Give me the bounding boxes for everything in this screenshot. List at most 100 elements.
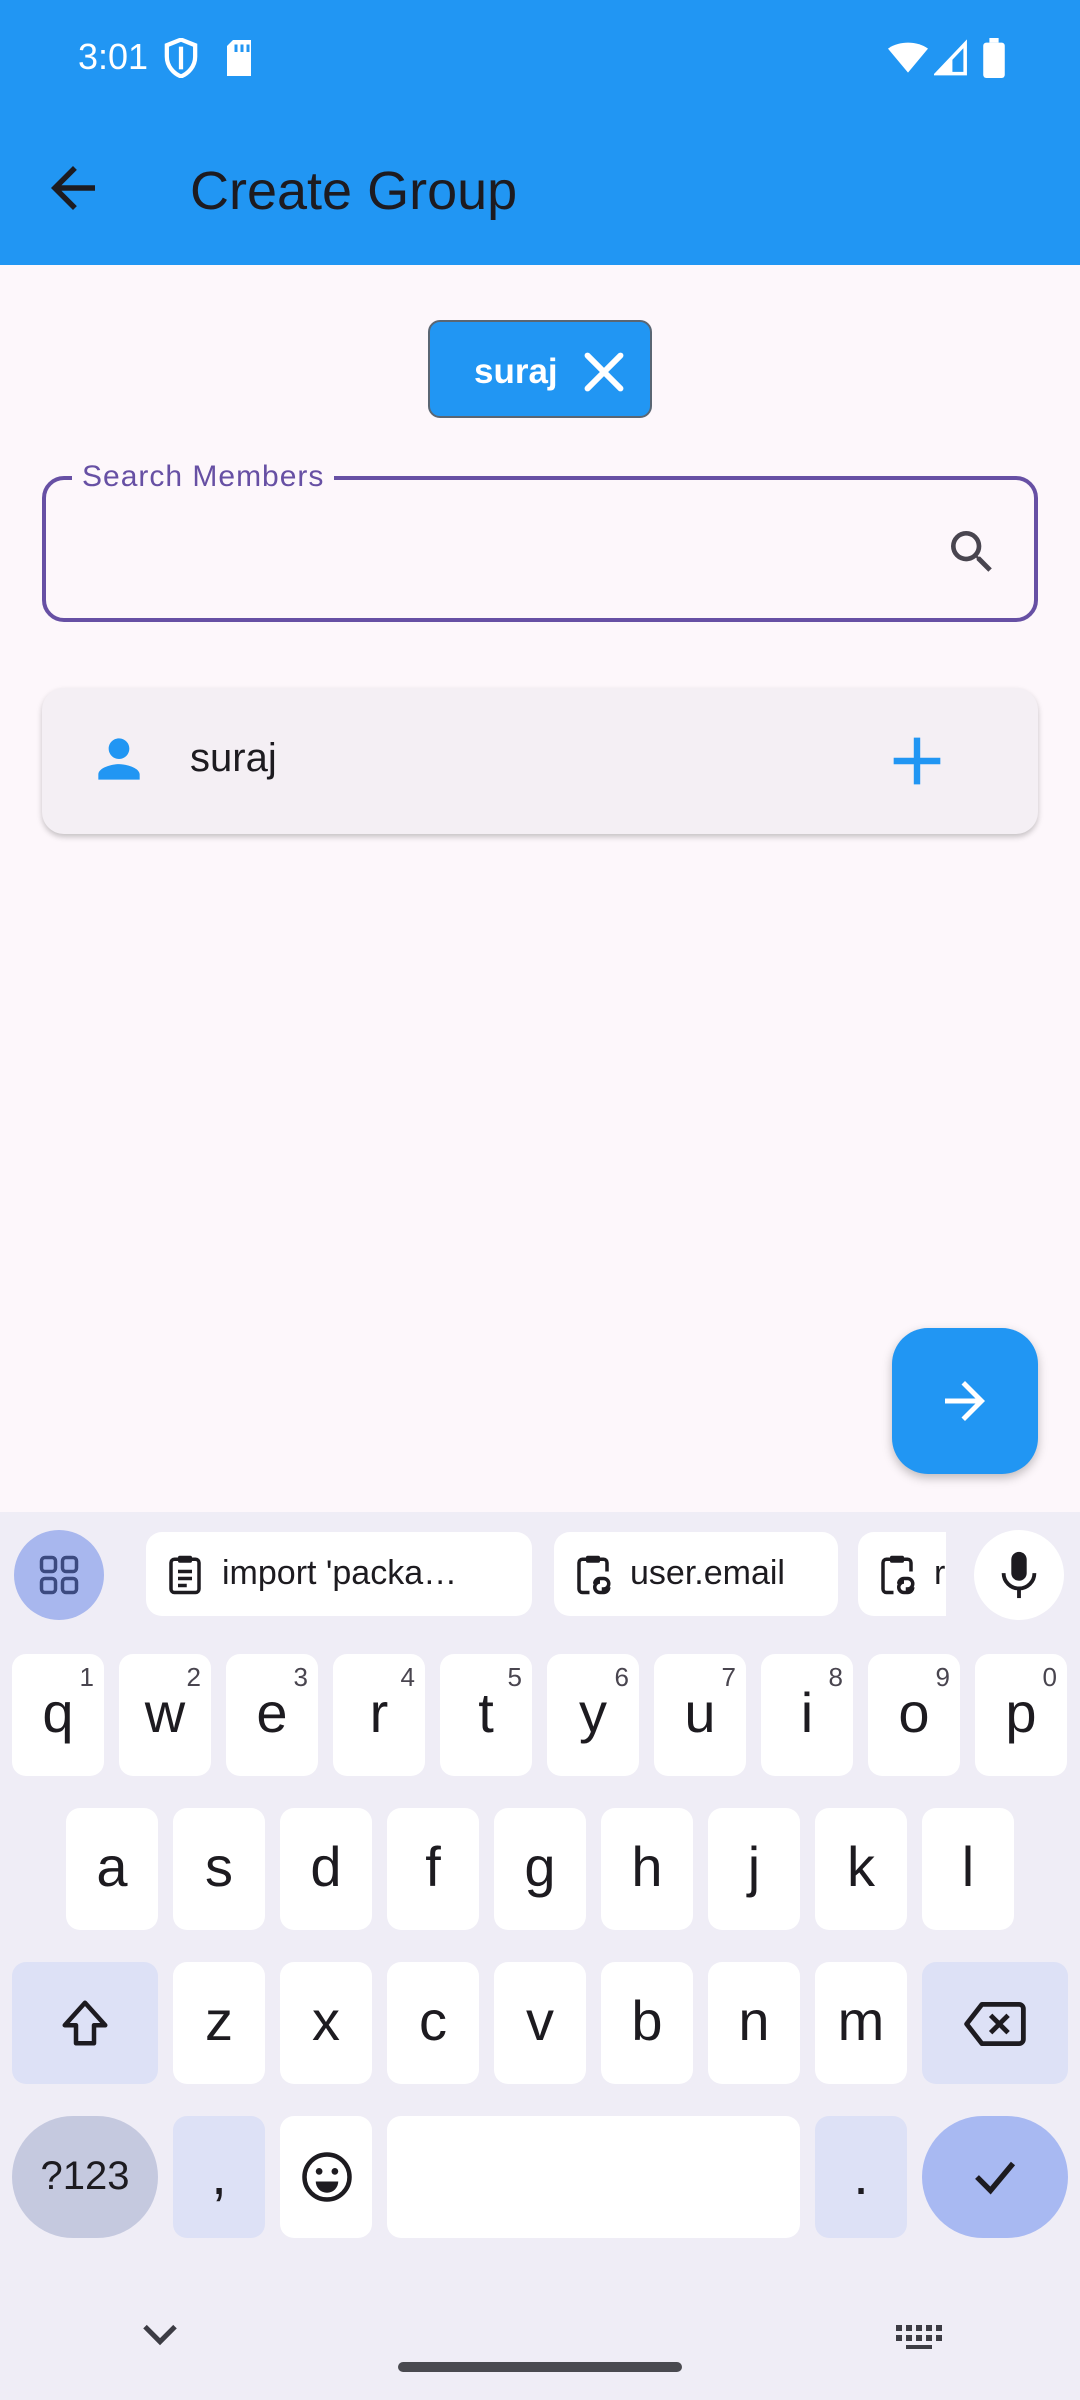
key-p[interactable]: p0 <box>975 1654 1067 1776</box>
clipboard-link-icon <box>577 1555 611 1595</box>
key-a[interactable]: a <box>66 1808 158 1930</box>
key-label: h <box>631 1835 663 1898</box>
key-k[interactable]: k <box>815 1808 907 1930</box>
sd-card-icon <box>227 40 251 76</box>
clipboard-icon <box>169 1555 201 1595</box>
arrow-forward-icon <box>945 1381 985 1421</box>
symbols-key[interactable]: ?123 <box>12 2116 158 2238</box>
key-label: l <box>961 1835 975 1898</box>
key-y[interactable]: y6 <box>547 1654 639 1776</box>
search-members-field[interactable]: Search Members <box>42 460 1038 622</box>
shift-key[interactable] <box>12 1962 158 2084</box>
key-hint: 5 <box>507 1662 522 1692</box>
key-f[interactable]: f <box>387 1808 479 1930</box>
key-hint: 7 <box>721 1662 736 1692</box>
key-n[interactable]: n <box>708 1962 800 2084</box>
shield-icon <box>164 38 198 78</box>
person-icon <box>98 738 140 780</box>
key-label: , <box>211 2143 227 2206</box>
key-l[interactable]: l <box>922 1808 1014 1930</box>
space-key[interactable] <box>387 2116 800 2238</box>
clipboard-text: import 'packa… <box>222 1554 458 1592</box>
search-label: Search Members <box>72 460 335 494</box>
key-v[interactable]: v <box>494 1962 586 2084</box>
key-s[interactable]: s <box>173 1808 265 1930</box>
key-hint: 8 <box>828 1662 843 1692</box>
period-key[interactable]: . <box>815 2116 907 2238</box>
key-w[interactable]: w2 <box>119 1654 211 1776</box>
key-j[interactable]: j <box>708 1808 800 1930</box>
key-label: v <box>526 1989 554 2052</box>
key-label: ?123 <box>40 2154 130 2198</box>
clipboard-text: user.email <box>630 1554 785 1592</box>
key-label: b <box>631 1989 663 2052</box>
key-label: s <box>205 1835 233 1898</box>
clipboard-suggestion[interactable]: r <box>858 1532 946 1616</box>
key-label: g <box>524 1835 556 1898</box>
list-item[interactable]: suraj <box>42 688 1038 834</box>
key-hint: 2 <box>186 1662 201 1692</box>
key-o[interactable]: o9 <box>868 1654 960 1776</box>
key-q[interactable]: q1 <box>12 1654 104 1776</box>
battery-icon <box>983 38 1005 78</box>
page-title: Create Group <box>190 161 518 221</box>
key-hint: 4 <box>400 1662 415 1692</box>
clipboard-suggestion[interactable]: import 'packa… <box>146 1532 532 1616</box>
key-i[interactable]: i8 <box>761 1654 853 1776</box>
soft-keyboard: import 'packa… user.email r q1 w2 e3 r4 … <box>0 1512 1080 2400</box>
key-label: m <box>837 1989 885 2052</box>
microphone-icon <box>1001 1551 1037 1599</box>
comma-key[interactable]: , <box>173 2116 265 2238</box>
next-button[interactable] <box>892 1328 1038 1474</box>
key-h[interactable]: h <box>601 1808 693 1930</box>
enter-key[interactable] <box>922 2116 1068 2238</box>
key-r[interactable]: r4 <box>333 1654 425 1776</box>
arrow-back-icon[interactable] <box>40 155 106 221</box>
clipboard-link-icon <box>881 1555 915 1595</box>
voice-input-button[interactable] <box>974 1530 1064 1620</box>
emoji-icon <box>302 2152 352 2202</box>
key-g[interactable]: g <box>494 1808 586 1930</box>
grid-icon <box>39 1555 79 1595</box>
key-hint: 9 <box>935 1662 950 1692</box>
wifi-icon <box>888 42 928 73</box>
key-z[interactable]: z <box>173 1962 265 2084</box>
status-time: 3:01 <box>78 36 149 77</box>
close-icon[interactable] <box>582 350 626 394</box>
key-hint: 6 <box>614 1662 629 1692</box>
key-label: c <box>419 1989 447 2052</box>
home-indicator[interactable] <box>398 2362 682 2372</box>
key-hint: 0 <box>1042 1662 1057 1692</box>
key-label: a <box>96 1835 128 1898</box>
search-input[interactable] <box>76 520 936 580</box>
key-e[interactable]: e3 <box>226 1654 318 1776</box>
key-label: z <box>205 1989 233 2052</box>
key-label: n <box>738 1989 770 2052</box>
key-m[interactable]: m <box>815 1962 907 2084</box>
chevron-down-icon[interactable] <box>140 2320 180 2350</box>
key-hint: 3 <box>293 1662 308 1692</box>
key-t[interactable]: t5 <box>440 1654 532 1776</box>
key-label: x <box>312 1989 340 2052</box>
key-b[interactable]: b <box>601 1962 693 2084</box>
key-label: d <box>310 1835 342 1898</box>
backspace-icon <box>964 2001 1026 2047</box>
keyboard-icon[interactable] <box>896 2324 944 2350</box>
emoji-key[interactable] <box>280 2116 372 2238</box>
key-hint: 1 <box>79 1662 94 1692</box>
key-d[interactable]: d <box>280 1808 372 1930</box>
selected-member-chip[interactable]: suraj <box>428 320 652 418</box>
key-c[interactable]: c <box>387 1962 479 2084</box>
key-u[interactable]: u7 <box>654 1654 746 1776</box>
member-name: suraj <box>190 736 277 780</box>
add-icon[interactable] <box>882 726 952 796</box>
signal-icon <box>934 39 967 76</box>
keyboard-apps-button[interactable] <box>14 1530 104 1620</box>
search-icon[interactable] <box>944 524 1000 580</box>
key-x[interactable]: x <box>280 1962 372 2084</box>
clipboard-text: r <box>934 1554 946 1592</box>
backspace-key[interactable] <box>922 1962 1068 2084</box>
clipboard-suggestion[interactable]: user.email <box>554 1532 838 1616</box>
shift-icon <box>62 2000 108 2046</box>
check-icon <box>975 2161 1016 2195</box>
